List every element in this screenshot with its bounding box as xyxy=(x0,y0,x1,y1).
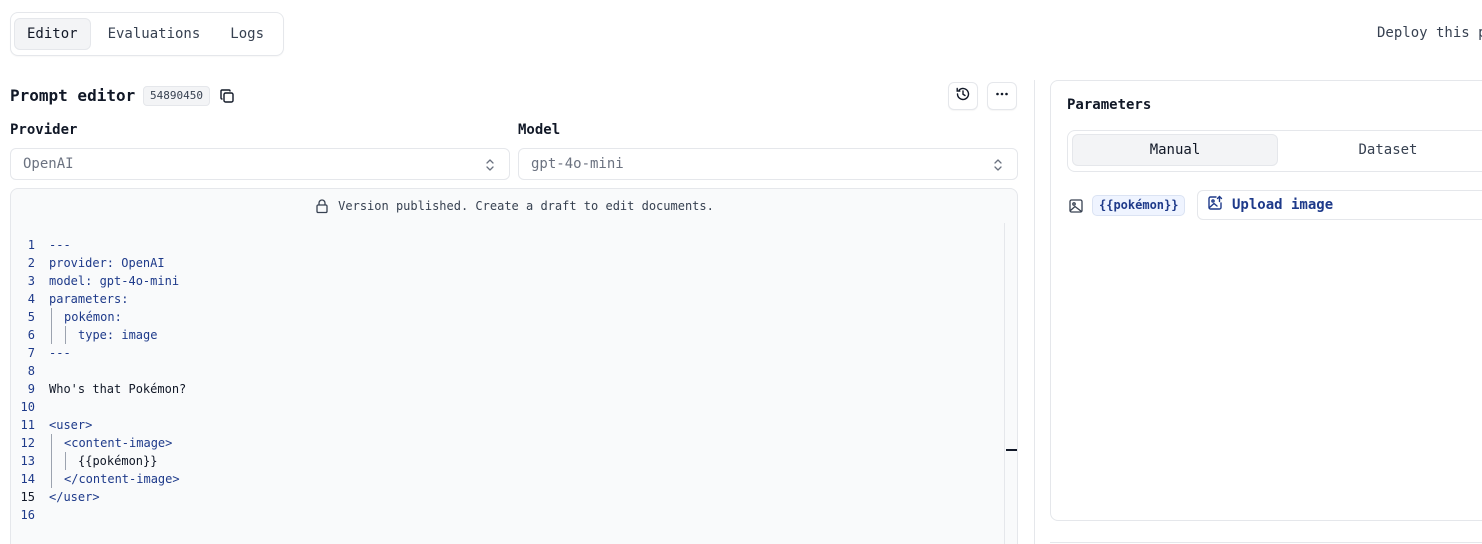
code-line: 6 type: image xyxy=(11,326,1005,344)
view-tabs: Editor Evaluations Logs xyxy=(10,12,284,56)
chevron-up-down-icon xyxy=(483,157,497,173)
line-number: 7 xyxy=(27,346,35,360)
page-title: Prompt editor xyxy=(10,86,136,105)
line-text: </user> xyxy=(49,490,100,504)
indent-guide xyxy=(51,308,52,326)
code-line: 14 </content-image> xyxy=(11,470,1005,488)
line-number: 12 xyxy=(20,436,35,450)
line-number: 11 xyxy=(20,418,35,432)
model-label: Model xyxy=(518,122,561,138)
provider-value: OpenAI xyxy=(23,156,74,172)
line-text: model: gpt-4o-mini xyxy=(49,274,180,288)
chevron-up-down-icon xyxy=(991,157,1005,173)
code-line: 9 Who's that Pokémon? xyxy=(11,380,1005,398)
code-line: 11 <user> xyxy=(11,416,1005,434)
code-editor[interactable]: Version published. Create a draft to edi… xyxy=(10,188,1018,544)
line-number: 6 xyxy=(27,328,35,342)
scrollbar-cursor-marker xyxy=(1006,449,1017,451)
model-value: gpt-4o-mini xyxy=(531,156,624,172)
line-number: 10 xyxy=(20,400,35,414)
line-number: 4 xyxy=(27,292,35,306)
code-line: 10 xyxy=(11,398,1005,416)
editor-scrollbar[interactable] xyxy=(1004,223,1017,544)
tab-logs[interactable]: Logs xyxy=(217,18,277,50)
line-text: <content-image> xyxy=(64,436,173,450)
code-line: 7 --- xyxy=(11,344,1005,362)
indent-guide xyxy=(51,452,52,470)
line-number: 8 xyxy=(27,364,35,378)
code-line: 13 {{pokémon}} xyxy=(11,452,1005,470)
prompt-id-badge: 54890450 xyxy=(143,86,210,106)
line-text: </content-image> xyxy=(64,472,180,486)
line-text: <user> xyxy=(49,418,93,432)
read-only-banner: Version published. Create a draft to edi… xyxy=(11,197,1017,215)
code-line: 3 model: gpt-4o-mini xyxy=(11,272,1005,290)
line-number: 5 xyxy=(27,310,35,324)
code-line: 4 parameters: xyxy=(11,290,1005,308)
code-line: 1 --- xyxy=(11,236,1005,254)
indent-guide xyxy=(51,470,52,488)
line-number: 16 xyxy=(20,508,35,522)
line-number: 14 xyxy=(20,472,35,486)
more-horizontal-icon xyxy=(994,86,1010,106)
line-number: 1 xyxy=(27,238,35,252)
tab-dataset[interactable]: Dataset xyxy=(1285,134,1482,166)
line-text: type: image xyxy=(78,328,158,342)
line-text: pokémon: xyxy=(64,310,122,324)
deploy-link[interactable]: Deploy this p xyxy=(1377,25,1482,41)
tab-manual[interactable]: Manual xyxy=(1072,134,1278,166)
image-upload-icon xyxy=(1207,195,1232,215)
parameters-title: Parameters xyxy=(1067,97,1152,113)
image-icon xyxy=(1068,198,1084,214)
line-number: 3 xyxy=(27,274,35,288)
copy-icon[interactable] xyxy=(219,88,235,104)
code-lines: 1 --- 2 provider: OpenAI 3 model: gpt-4o-mi… xyxy=(11,236,1005,524)
history-button[interactable] xyxy=(948,82,978,110)
code-line: 2 provider: OpenAI xyxy=(11,254,1005,272)
line-text: provider: OpenAI xyxy=(49,256,165,270)
indent-guide xyxy=(65,452,66,470)
panel-divider[interactable] xyxy=(1034,80,1035,544)
indent-guide xyxy=(51,434,52,452)
line-number: 9 xyxy=(27,382,35,396)
indent-guide xyxy=(65,326,66,344)
code-line: 16 xyxy=(11,506,1005,524)
code-line: 15 </user> xyxy=(11,488,1005,506)
code-line: 5 pokémon: xyxy=(11,308,1005,326)
code-line: 12 <content-image> xyxy=(11,434,1005,452)
tab-evaluations[interactable]: Evaluations xyxy=(95,18,214,50)
model-select[interactable]: gpt-4o-mini xyxy=(518,148,1018,180)
more-options-button[interactable] xyxy=(987,82,1017,110)
code-line: 8 xyxy=(11,362,1005,380)
line-text: --- xyxy=(49,346,71,360)
provider-label: Provider xyxy=(10,122,78,138)
history-icon xyxy=(955,86,971,106)
divider xyxy=(1050,542,1482,543)
provider-select[interactable]: OpenAI xyxy=(10,148,510,180)
parameter-name-badge: {{pokémon}} xyxy=(1092,195,1186,216)
upload-image-button[interactable]: Upload image xyxy=(1197,190,1482,220)
tab-editor[interactable]: Editor xyxy=(14,17,91,50)
line-number: 13 xyxy=(20,454,35,468)
lock-icon xyxy=(314,198,330,214)
line-text: {{pokémon}} xyxy=(78,454,158,468)
line-text: Who's that Pokémon? xyxy=(49,382,187,396)
upload-image-label: Upload image xyxy=(1232,197,1334,213)
banner-text: Version published. Create a draft to edi… xyxy=(338,199,714,213)
line-text: --- xyxy=(49,238,71,252)
indent-guide xyxy=(51,326,52,344)
line-number: 15 xyxy=(20,490,35,504)
parameters-mode-tabs: Manual Dataset xyxy=(1067,130,1482,172)
line-number: 2 xyxy=(27,256,35,270)
line-text: parameters: xyxy=(49,292,129,306)
parameters-panel: Parameters Manual Dataset {{pokémon}} Up… xyxy=(1050,80,1482,521)
